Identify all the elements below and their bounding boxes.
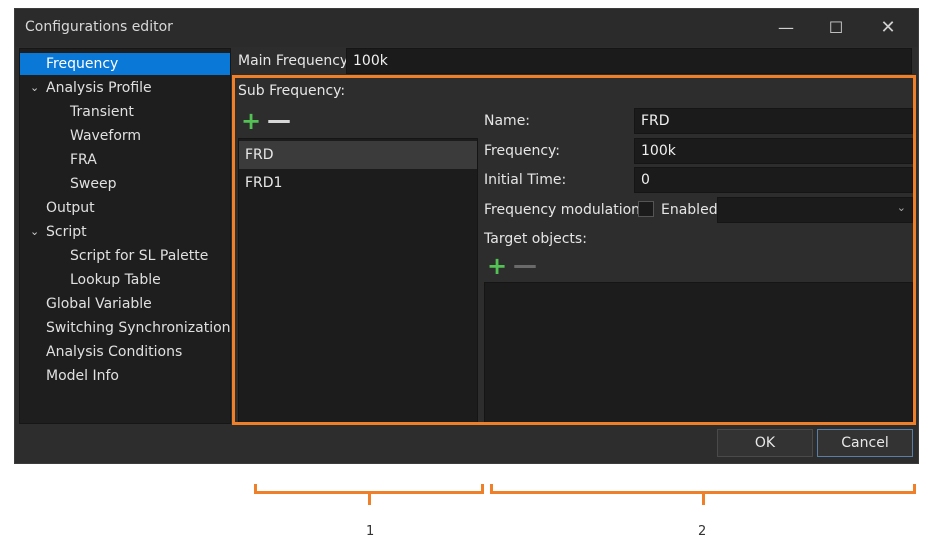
annotation-bracket-2	[490, 484, 916, 505]
tree-item-switching-synchronization[interactable]: Switching Synchronization	[20, 317, 231, 339]
tree-item-label: Model Info	[46, 368, 119, 384]
frequency-label: Frequency:	[484, 143, 561, 159]
tree-item-transient[interactable]: Transient	[20, 101, 230, 123]
tree-item-label: Script for SL Palette	[70, 248, 209, 264]
tree-item-label: Frequency	[46, 56, 119, 72]
tree-item-waveform[interactable]: Waveform	[20, 125, 230, 147]
tree-item-label: Switching Synchronization	[46, 320, 231, 336]
target-objects-label: Target objects:	[484, 231, 587, 247]
annotation-caption-1: 1	[366, 524, 375, 539]
config-tree: Frequency ⌄ Analysis Profile Transient W…	[19, 48, 231, 424]
tree-item-script[interactable]: ⌄ Script	[20, 221, 230, 243]
tree-item-label: Script	[46, 224, 87, 240]
configurations-editor-window: Configurations editor — ☐ ✕ Frequency ⌄ …	[14, 8, 919, 464]
tree-item-lookup-table[interactable]: Lookup Table	[20, 269, 230, 291]
target-objects-list	[484, 282, 913, 424]
tree-item-script-for-sl-palette[interactable]: Script for SL Palette	[20, 245, 230, 267]
title-bar: Configurations editor — ☐ ✕	[15, 9, 918, 47]
tree-item-output[interactable]: Output	[20, 197, 230, 219]
tree-item-global-variable[interactable]: Global Variable	[20, 293, 230, 315]
name-input[interactable]: FRD	[634, 108, 913, 134]
ok-button[interactable]: OK	[717, 429, 813, 457]
chevron-down-icon[interactable]: ⌄	[30, 77, 39, 99]
annotation-bracket-1	[254, 484, 484, 505]
tree-item-frequency[interactable]: Frequency	[20, 53, 230, 75]
chevron-down-icon: ⌄	[896, 201, 906, 214]
tree-item-sweep[interactable]: Sweep	[20, 173, 230, 195]
tree-item-label: Global Variable	[46, 296, 152, 312]
tree-item-label: Lookup Table	[70, 272, 161, 288]
enabled-label: Enabled	[661, 202, 718, 218]
remove-sub-frequency-icon[interactable]: —	[267, 108, 291, 132]
chevron-down-icon[interactable]: ⌄	[30, 221, 39, 243]
list-item[interactable]: FRD1	[239, 169, 477, 197]
tree-item-label: Analysis Conditions	[46, 344, 183, 360]
annotation-caption-2: 2	[698, 524, 707, 539]
maximize-icon[interactable]: ☐	[821, 15, 851, 41]
screenshot-stage: Configurations editor — ☐ ✕ Frequency ⌄ …	[0, 0, 934, 544]
tree-item-label: FRA	[70, 152, 97, 168]
main-frequency-input[interactable]: 100k	[346, 48, 912, 74]
initial-time-label: Initial Time:	[484, 172, 567, 188]
bracket-tick	[367, 493, 371, 505]
remove-target-icon[interactable]: —	[513, 253, 537, 277]
list-item[interactable]: FRD	[239, 141, 477, 169]
bracket-tick	[701, 493, 705, 505]
add-sub-frequency-icon[interactable]: +	[241, 109, 261, 133]
frequency-modulation-label: Frequency modulation:	[484, 202, 645, 218]
cancel-button[interactable]: Cancel	[817, 429, 913, 457]
tree-item-label: Sweep	[70, 176, 117, 192]
window-title: Configurations editor	[25, 19, 173, 35]
initial-time-input[interactable]: 0	[634, 167, 913, 193]
name-label: Name:	[484, 113, 531, 129]
tree-item-analysis-conditions[interactable]: Analysis Conditions	[20, 341, 230, 363]
tree-item-label: Waveform	[70, 128, 142, 144]
minimize-icon[interactable]: —	[771, 15, 801, 41]
tree-item-label: Transient	[70, 104, 134, 120]
tree-item-label: Output	[46, 200, 95, 216]
sub-frequency-list: FRD FRD1	[238, 138, 478, 424]
main-frequency-label: Main Frequency:	[238, 53, 352, 69]
tree-item-model-info[interactable]: Model Info	[20, 365, 230, 387]
frequency-input[interactable]: 100k	[634, 138, 913, 164]
enabled-checkbox[interactable]	[638, 201, 654, 217]
modulation-select[interactable]: ⌄	[717, 197, 913, 223]
sub-frequency-label: Sub Frequency:	[238, 83, 346, 99]
close-icon[interactable]: ✕	[873, 15, 903, 41]
tree-item-analysis-profile[interactable]: ⌄ Analysis Profile	[20, 77, 230, 99]
tree-item-fra[interactable]: FRA	[20, 149, 230, 171]
tree-item-label: Analysis Profile	[46, 80, 152, 96]
add-target-icon[interactable]: +	[487, 254, 507, 278]
